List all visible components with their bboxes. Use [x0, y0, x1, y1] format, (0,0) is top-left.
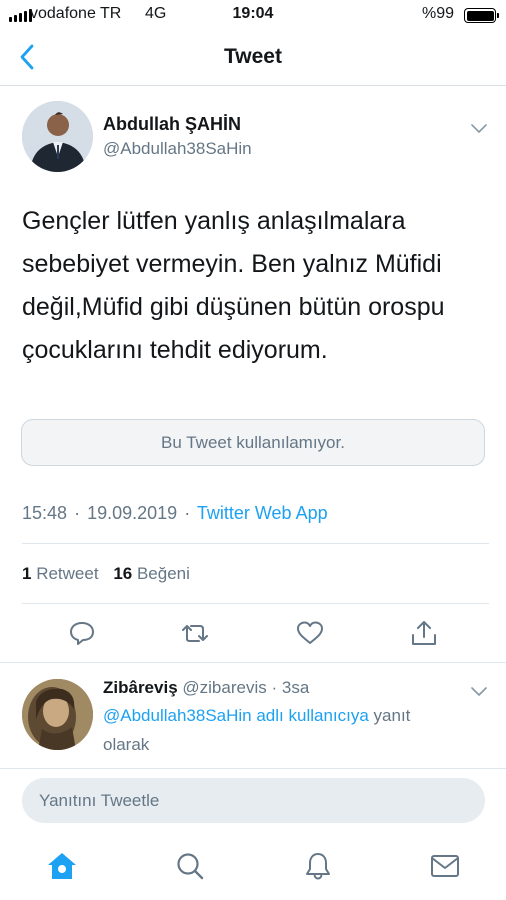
reply-button[interactable]	[67, 618, 97, 648]
battery-icon	[464, 8, 499, 23]
reply-options-button[interactable]	[471, 684, 487, 696]
tweet-text: Gençler lütfen yanlış anlaşılmalara sebe…	[22, 207, 445, 364]
reply-icon	[70, 622, 94, 645]
tab-search[interactable]	[174, 850, 206, 882]
reply-separator: ·	[271, 678, 278, 697]
tweet-date: 19.09.2019	[87, 503, 178, 523]
author-avatar[interactable]	[22, 101, 93, 172]
divider	[22, 543, 489, 544]
like-button[interactable]	[295, 618, 325, 648]
quoted-tweet-unavailable: Bu Tweet kullanılamıyor.	[21, 419, 485, 466]
reply-context-continued: olarak	[103, 735, 150, 754]
chevron-down-icon	[471, 687, 487, 696]
home-icon	[48, 853, 76, 879]
like-count: 16	[113, 564, 133, 583]
author-handle[interactable]: @Abdullah38SaHin	[103, 139, 252, 159]
reply-compose-input[interactable]: Yanıtını Tweetle	[22, 778, 485, 823]
reply-author-handle[interactable]: @zibarevis	[182, 678, 266, 697]
tab-notifications[interactable]	[302, 850, 334, 882]
tweet-time: 15:48	[22, 503, 68, 523]
reply-author-avatar[interactable]	[22, 679, 93, 750]
tweet-actions	[0, 615, 506, 651]
likes-stat[interactable]: 16 Beğeni	[113, 564, 190, 583]
retweets-stat[interactable]: 1 Retweet	[22, 564, 99, 583]
reply-mention-link[interactable]: @Abdullah38SaHin adlı kullanıcıya	[103, 706, 369, 725]
chevron-down-icon	[471, 124, 487, 133]
messages-icon	[431, 855, 459, 877]
tab-bar	[0, 838, 506, 900]
nav-bar: Tweet	[0, 30, 506, 86]
reply-context: @Abdullah38SaHin adlı kullanıcıya yanıt	[103, 706, 410, 726]
tweet-source-link[interactable]: Twitter Web App	[197, 503, 328, 523]
share-button[interactable]	[409, 618, 439, 648]
divider	[0, 768, 506, 769]
tweet-stats: 1 Retweet 16 Beğeni	[22, 564, 190, 584]
retweet-label: Retweet	[36, 564, 99, 583]
author-name[interactable]: Abdullah ŞAHİN	[103, 114, 241, 135]
tab-home[interactable]	[46, 850, 78, 882]
avatar-image	[22, 679, 93, 750]
search-icon	[177, 853, 204, 880]
reply-age: 3sa	[281, 678, 310, 697]
avatar-image	[22, 101, 93, 172]
meta-separator: ·	[74, 503, 81, 523]
reply-header: Zibâreviş @zibarevis · 3sa	[103, 678, 309, 698]
like-label: Beğeni	[136, 564, 190, 583]
retweet-count: 1	[22, 564, 32, 583]
page-title: Tweet	[224, 45, 282, 68]
reply-author-name[interactable]: Zibâreviş	[103, 678, 178, 697]
notifications-icon	[306, 853, 330, 880]
divider	[22, 603, 489, 604]
divider	[0, 662, 506, 663]
meta-separator: ·	[184, 503, 191, 523]
tweet-options-button[interactable]	[471, 121, 487, 133]
heart-icon	[297, 621, 323, 644]
tab-messages[interactable]	[429, 850, 461, 882]
retweet-button[interactable]	[180, 618, 210, 648]
retweet-icon	[182, 625, 208, 642]
share-icon	[412, 621, 436, 645]
tweet-meta: 15:48 · 19.09.2019 · Twitter Web App	[22, 503, 328, 524]
reply-context-suffix: yanıt	[368, 706, 411, 725]
status-bar: vodafone TR 4G 19:04 %99	[0, 0, 506, 30]
battery-percentage: %99	[422, 5, 455, 22]
